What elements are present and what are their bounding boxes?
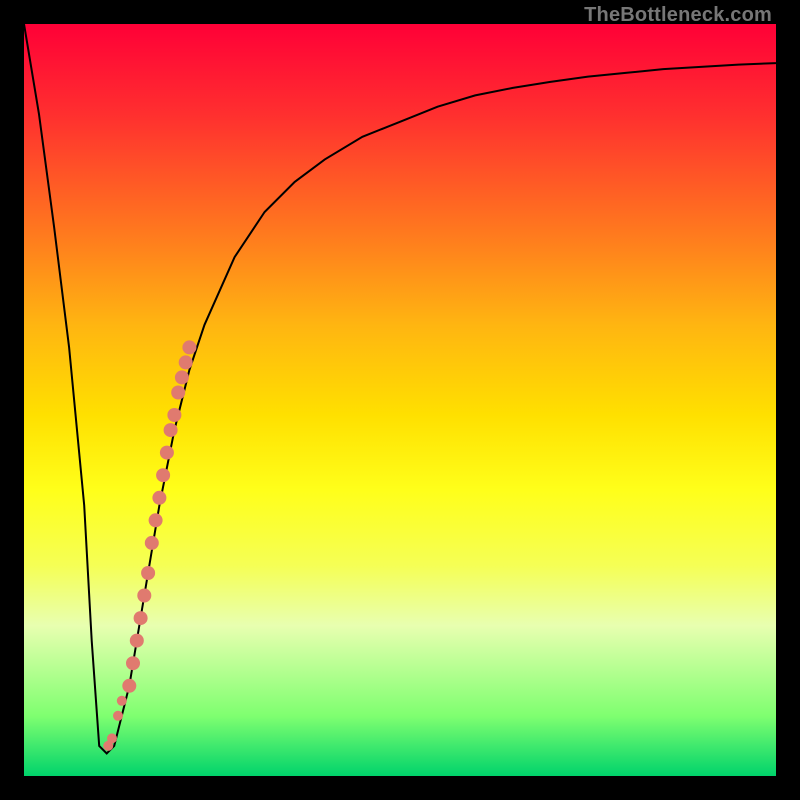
highlight-marker [156, 468, 170, 482]
chart-frame: TheBottleneck.com [0, 0, 800, 800]
highlight-marker [126, 656, 140, 670]
watermark-text: TheBottleneck.com [584, 4, 772, 27]
highlight-marker [152, 491, 166, 505]
chart-svg [24, 24, 776, 776]
highlight-marker [179, 355, 193, 369]
highlight-marker [141, 566, 155, 580]
highlight-marker [113, 711, 123, 721]
highlight-marker [182, 340, 196, 354]
highlight-marker [130, 634, 144, 648]
highlight-marker [160, 446, 174, 460]
highlight-marker [107, 733, 117, 743]
highlight-marker [117, 696, 127, 706]
highlight-marker [175, 370, 189, 384]
highlight-marker [122, 679, 136, 693]
highlight-marker [171, 386, 185, 400]
highlight-marker [164, 423, 178, 437]
highlight-marker [134, 611, 148, 625]
highlight-marker [167, 408, 181, 422]
highlight-marker [137, 589, 151, 603]
highlight-marker [149, 513, 163, 527]
highlight-marker [145, 536, 159, 550]
